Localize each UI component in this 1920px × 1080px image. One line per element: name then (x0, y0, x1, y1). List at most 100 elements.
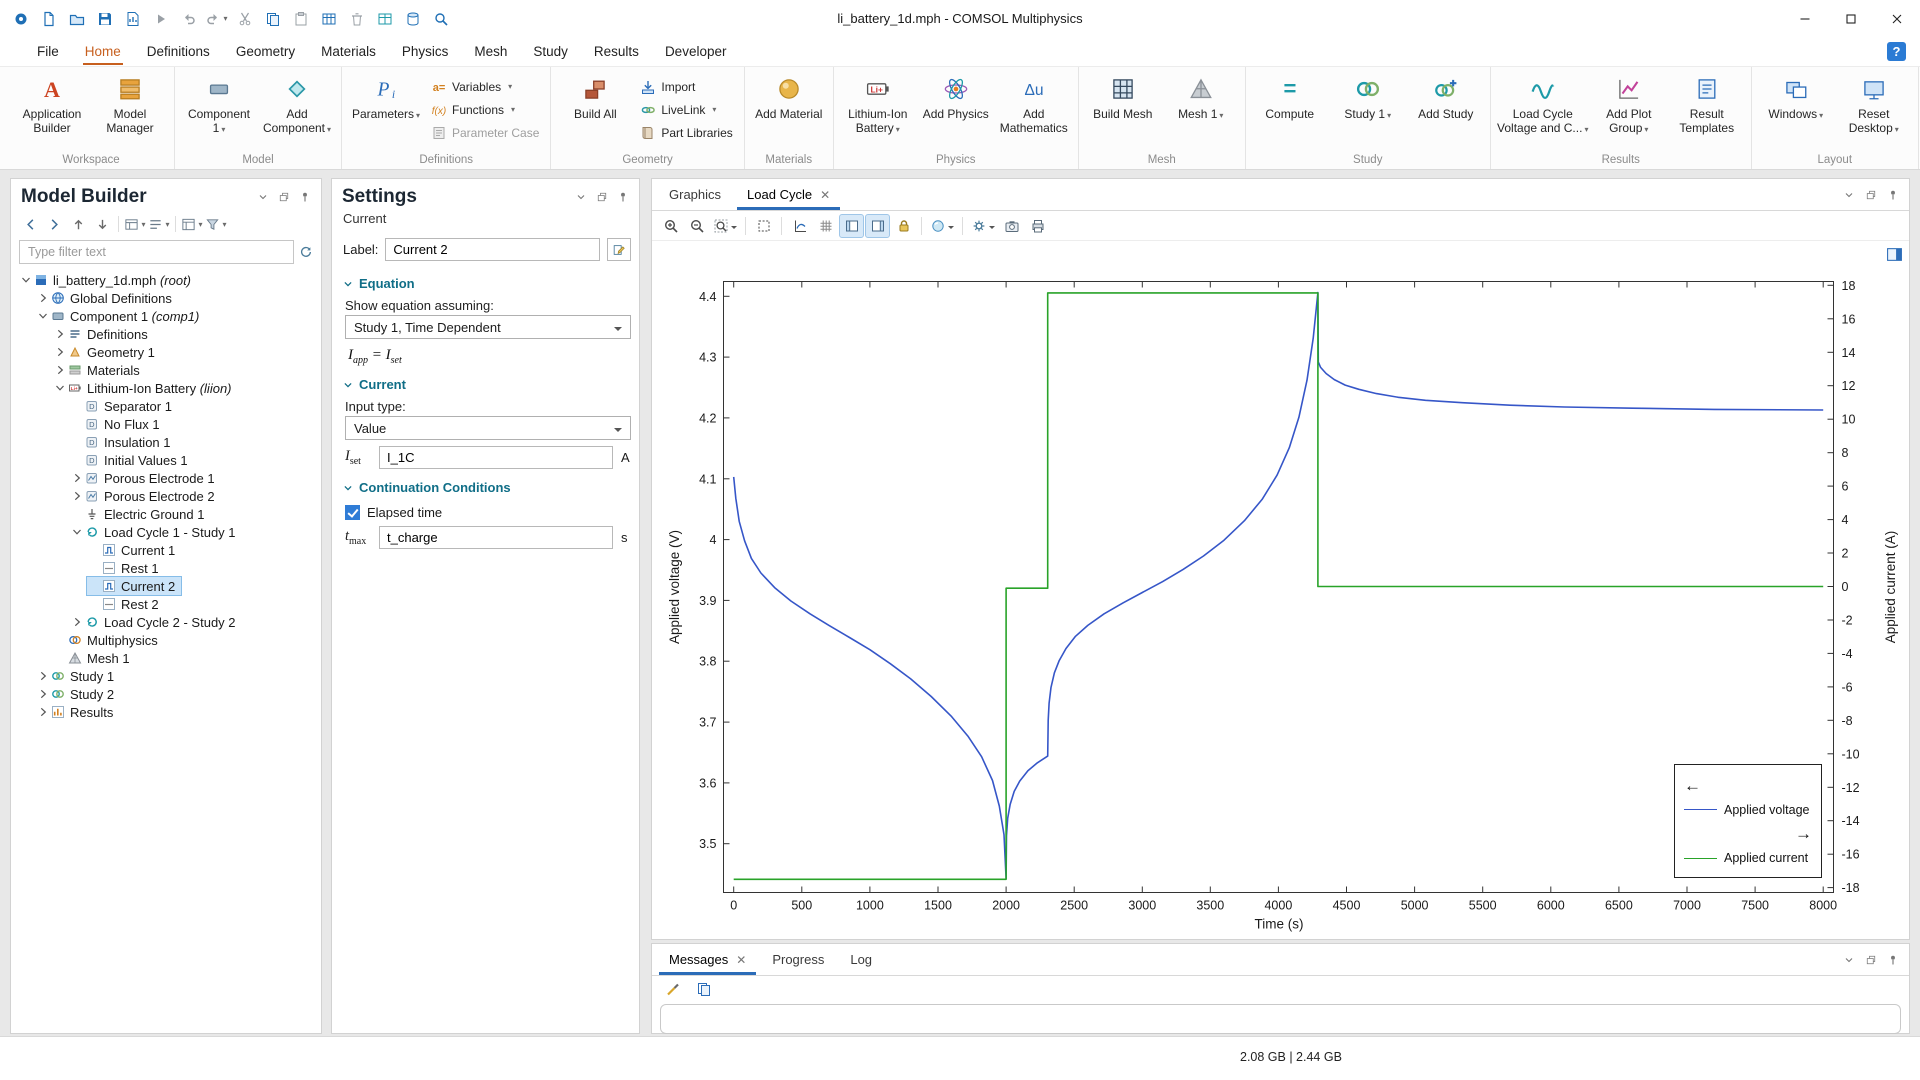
zoom-in-button[interactable] (658, 214, 683, 238)
tab-messages[interactable]: Messages✕ (656, 944, 759, 975)
plot-canvas[interactable]: 0500100015002000250030003500400045005000… (652, 241, 1909, 939)
tree-item-component-1[interactable]: Component 1 (comp1) (36, 307, 205, 325)
section-continuation-header[interactable]: Continuation Conditions (332, 471, 639, 498)
ribbon-load-cycle-voltage-and-c-button[interactable]: Load Cycle Voltage and C...▾ (1496, 69, 1590, 153)
ribbon-variables-button[interactable]: a=Variables▾ (425, 75, 545, 98)
graphics-sidebar-icon[interactable] (1886, 246, 1903, 263)
section-equation-header[interactable]: Equation (332, 267, 639, 294)
table-view-button[interactable] (372, 6, 397, 31)
open-file-button[interactable] (64, 6, 89, 31)
rename-button[interactable] (607, 238, 631, 261)
image-snapshot-button[interactable] (999, 214, 1024, 238)
zoom-extents-button[interactable] (710, 214, 740, 238)
ribbon-add-study-button[interactable]: Add Study (1407, 69, 1485, 153)
copy-button[interactable] (260, 6, 285, 31)
ribbon-part-libraries-button[interactable]: Part Libraries (634, 121, 738, 144)
ribbon-model-manager-button[interactable]: Model Manager (91, 69, 169, 153)
plot-settings-button[interactable] (968, 214, 998, 238)
input-type-select[interactable]: Value (345, 416, 631, 440)
delete-button[interactable] (344, 6, 369, 31)
tree-item-no-flux-1[interactable]: D No Flux 1 (70, 415, 166, 433)
menu-materials[interactable]: Materials (308, 37, 389, 66)
tree-item-rest-2[interactable]: Rest 2 (87, 595, 165, 613)
ribbon-result-templates-button[interactable]: Result Templates (1668, 69, 1746, 153)
section-current-header[interactable]: Current (332, 368, 639, 395)
menu-developer[interactable]: Developer (652, 37, 740, 66)
copy-messages-button[interactable] (691, 977, 716, 1001)
tree-item-current-1[interactable]: Current 1 (87, 541, 181, 559)
chevron-collapsed-icon[interactable] (70, 615, 84, 629)
menu-geometry[interactable]: Geometry (223, 37, 308, 66)
tree-filter-input[interactable] (19, 240, 294, 264)
chevron-collapsed-icon[interactable] (36, 291, 50, 305)
tab-progress[interactable]: Progress (759, 944, 837, 975)
clear-messages-button[interactable] (660, 977, 685, 1001)
ribbon-lithium-ion-battery-button[interactable]: Li+ Lithium-Ion Battery▾ (839, 69, 917, 153)
tree-item-results[interactable]: Results (36, 703, 119, 721)
grid-button[interactable] (813, 214, 838, 238)
tree-item-current-2[interactable]: Current 2 (87, 577, 181, 595)
model-builder-float-icon[interactable] (278, 191, 290, 203)
menu-file[interactable]: File (24, 37, 72, 66)
messages-float-icon[interactable] (1865, 954, 1877, 966)
settings-float-icon[interactable] (596, 191, 608, 203)
tmax-input[interactable] (379, 526, 613, 549)
ribbon-livelink-button[interactable]: LiveLink▾ (634, 98, 738, 121)
tree-item-mesh-1[interactable]: Mesh 1 (53, 649, 136, 667)
tree-item-global-definitions[interactable]: Global Definitions (36, 289, 178, 307)
tree-item-rest-1[interactable]: Rest 1 (87, 559, 165, 577)
menu-physics[interactable]: Physics (389, 37, 462, 66)
ribbon-add-plot-group-button[interactable]: Add Plot Group▾ (1590, 69, 1668, 153)
insert-table-button[interactable] (316, 6, 341, 31)
refresh-icon[interactable] (299, 245, 313, 259)
node-group-button[interactable]: ▾ (148, 213, 170, 235)
chevron-collapsed-icon[interactable] (36, 705, 50, 719)
tree-item-lithium-ion-battery[interactable]: Li+ Lithium-Ion Battery (liion) (53, 379, 238, 397)
select-frame-button[interactable] (751, 214, 776, 238)
tree-item-li-battery-1d-mph[interactable]: li_battery_1d.mph (root) (19, 271, 197, 289)
menu-mesh[interactable]: Mesh (461, 37, 520, 66)
save-report-button[interactable] (120, 6, 145, 31)
tree-item-insulation-1[interactable]: D Insulation 1 (70, 433, 177, 451)
ribbon-build-mesh-button[interactable]: Build Mesh (1084, 69, 1162, 153)
tree-item-study-1[interactable]: Study 1 (36, 667, 120, 685)
tree-item-initial-values-1[interactable]: D Initial Values 1 (70, 451, 194, 469)
chevron-collapsed-icon[interactable] (36, 669, 50, 683)
ribbon-import-button[interactable]: Import (634, 75, 738, 98)
filter-button[interactable]: ▾ (205, 213, 227, 235)
ribbon-add-physics-button[interactable]: Add Physics (917, 69, 995, 153)
new-file-button[interactable] (36, 6, 61, 31)
chevron-collapsed-icon[interactable] (70, 471, 84, 485)
model-tree-view-button[interactable]: ▾ (181, 213, 203, 235)
menu-definitions[interactable]: Definitions (134, 37, 223, 66)
ribbon-functions-button[interactable]: f(x)Functions▾ (425, 98, 545, 121)
zoom-out-button[interactable] (684, 214, 709, 238)
tab-load-cycle[interactable]: Load Cycle✕ (734, 179, 843, 210)
ribbon-windows-button[interactable]: Windows▾ (1757, 69, 1835, 153)
menu-home[interactable]: Home (72, 37, 134, 66)
messages-pin-icon[interactable] (1887, 954, 1899, 966)
close-tab-icon[interactable]: ✕ (820, 188, 830, 202)
ribbon-application-builder-button[interactable]: A Application Builder (13, 69, 91, 153)
ribbon-add-mathematics-button[interactable]: Δu Add Mathematics (995, 69, 1073, 153)
ribbon-build-all-button[interactable]: Build All (556, 69, 634, 153)
menu-results[interactable]: Results (581, 37, 652, 66)
tree-item-materials[interactable]: Materials (53, 361, 146, 379)
graphics-pin-icon[interactable] (1887, 189, 1899, 201)
messages-chevron-down-icon[interactable] (1843, 954, 1855, 966)
chevron-expanded-icon[interactable] (36, 309, 50, 323)
ribbon-add-component-button[interactable]: Add Component▾ (258, 69, 336, 153)
tree-item-load-cycle-1-study-1[interactable]: Load Cycle 1 - Study 1 (70, 523, 242, 541)
chevron-expanded-icon[interactable] (53, 381, 67, 395)
settings-pin-icon[interactable] (617, 191, 629, 203)
nav-forward-button[interactable] (43, 213, 65, 235)
tree-item-separator-1[interactable]: D Separator 1 (70, 397, 178, 415)
chevron-expanded-icon[interactable] (19, 273, 33, 287)
chevron-collapsed-icon[interactable] (36, 687, 50, 701)
help-button[interactable]: ? (1887, 42, 1906, 61)
label-input[interactable] (385, 238, 600, 261)
ribbon-reset-desktop-button[interactable]: Reset Desktop▾ (1835, 69, 1913, 153)
save-button[interactable] (92, 6, 117, 31)
maximize-button[interactable] (1828, 0, 1874, 37)
y-left-toggle-button[interactable] (839, 214, 864, 238)
